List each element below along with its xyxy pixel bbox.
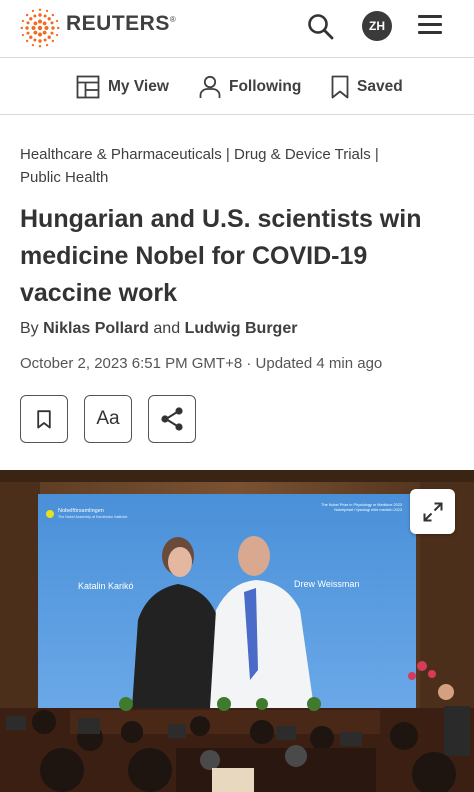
article-actions: Aa <box>20 395 196 443</box>
top-bar: REUTERS® ZH <box>0 0 474 58</box>
font-size-label: Aa <box>96 408 120 429</box>
bookmark-icon <box>37 409 51 428</box>
bookmark-icon <box>331 75 349 99</box>
nav-my-view[interactable]: My View <box>76 73 169 101</box>
reuters-logo-icon[interactable] <box>20 8 60 48</box>
nav-saved-label: Saved <box>357 78 403 95</box>
laureate-1-label: Katalin Karikó <box>78 581 134 591</box>
category-link[interactable]: Drug & Device Trials <box>234 146 371 163</box>
nav-following-label: Following <box>229 78 302 95</box>
author-link[interactable]: Ludwig Burger <box>185 320 298 337</box>
nav-my-view-label: My View <box>108 78 169 95</box>
byline-joiner: and <box>153 320 181 337</box>
article-photo[interactable]: Nobelförsamlingen The Nobel Assembly at … <box>0 470 474 792</box>
share-button[interactable] <box>148 395 196 443</box>
screen-org-sub: The Nobel Assembly at Karolinska Institu… <box>58 515 127 519</box>
category-breadcrumb: Healthcare & Pharmaceuticals | Drug & De… <box>20 146 379 186</box>
category-link[interactable]: Public Health <box>20 169 108 186</box>
byline: By Niklas Pollard and Ludwig Burger <box>20 320 297 338</box>
bookmark-button[interactable] <box>20 395 68 443</box>
expand-icon <box>423 502 442 521</box>
secondary-nav: My View Following Saved <box>0 59 474 115</box>
logo-trademark: ® <box>169 15 177 24</box>
nav-saved[interactable]: Saved <box>331 73 403 101</box>
person-icon <box>199 75 221 98</box>
share-icon <box>161 407 183 431</box>
avatar-initials: ZH <box>369 19 385 33</box>
layout-icon <box>76 75 100 99</box>
screen-prize-sv: Nobelpriset i fysiologi eller medicin 20… <box>334 508 402 512</box>
expand-image-button[interactable] <box>410 489 455 534</box>
reuters-wordmark[interactable]: REUTERS® <box>66 12 176 36</box>
hamburger-menu-icon[interactable] <box>418 15 442 37</box>
nav-following[interactable]: Following <box>199 73 301 101</box>
laureate-2-label: Drew Weissman <box>294 579 359 589</box>
category-link[interactable]: Healthcare & Pharmaceuticals <box>20 146 222 163</box>
article-headline: Hungarian and U.S. scientists win medici… <box>20 205 422 307</box>
user-avatar-button[interactable]: ZH <box>362 11 392 41</box>
font-size-button[interactable]: Aa <box>84 395 132 443</box>
byline-prefix: By <box>20 320 39 337</box>
nobel-announcement-photo: Nobelförsamlingen The Nobel Assembly at … <box>0 470 474 792</box>
screen-org: Nobelförsamlingen <box>58 508 104 514</box>
search-icon[interactable] <box>306 12 336 42</box>
author-link[interactable]: Niklas Pollard <box>43 320 149 337</box>
dateline: October 2, 2023 6:51 PM GMT+8 · Updated … <box>20 355 383 372</box>
logo-text: REUTERS <box>66 12 170 35</box>
screen-prize-en: The Nobel Prize in Physiology or Medicin… <box>321 503 402 507</box>
